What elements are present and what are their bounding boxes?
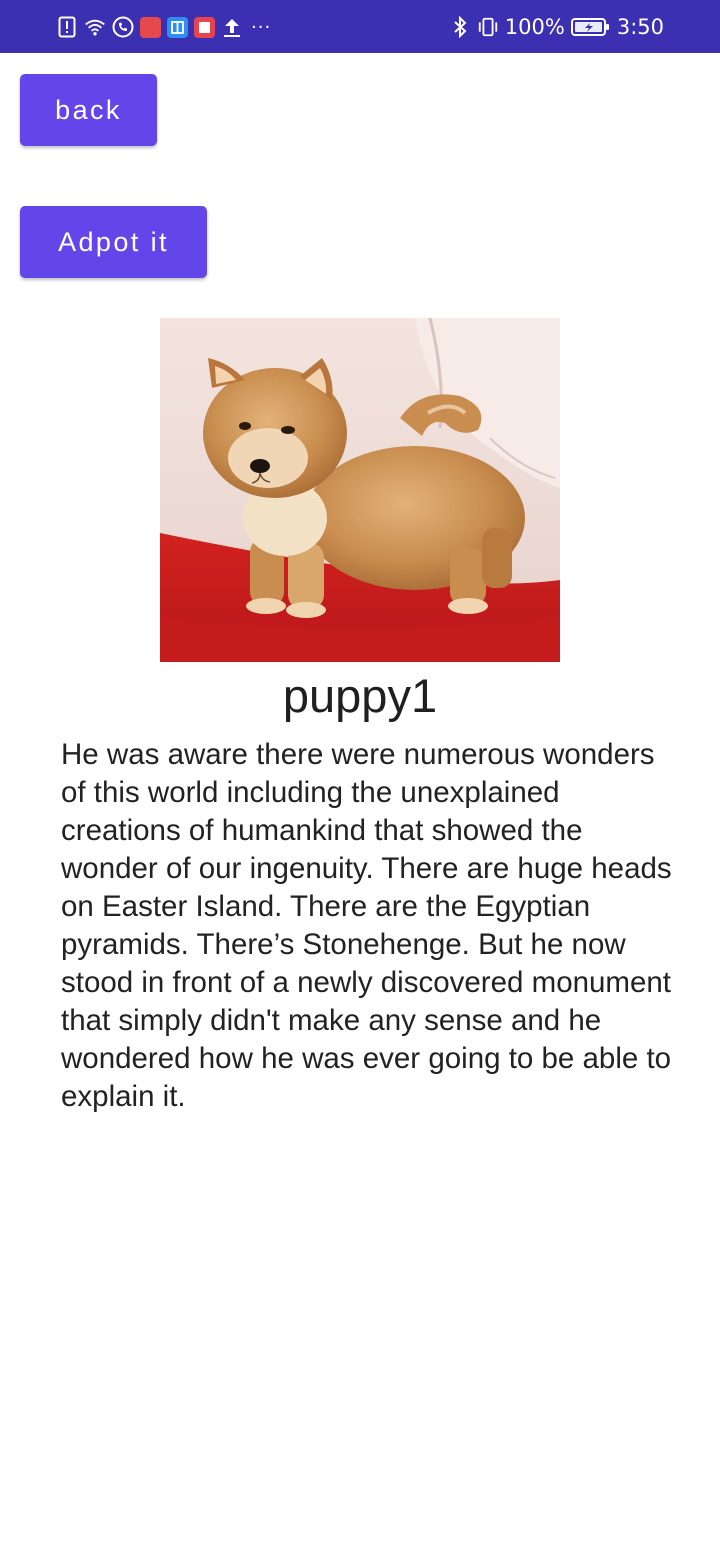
status-bar: ··· 100% 3:50 bbox=[0, 0, 720, 53]
pet-name: puppy1 bbox=[282, 669, 438, 722]
wifi-icon bbox=[84, 16, 106, 38]
app-tile-icon bbox=[140, 16, 161, 38]
overflow-dots: ··· bbox=[251, 16, 272, 38]
vibrate-icon bbox=[477, 16, 499, 38]
battery-percent: 100% bbox=[504, 15, 565, 39]
pet-description: He was aware there were numerous wonders… bbox=[61, 738, 672, 1113]
app-tile-icon bbox=[167, 16, 188, 38]
back-button[interactable]: back bbox=[20, 74, 157, 146]
pet-photo bbox=[160, 318, 560, 662]
bluetooth-icon bbox=[449, 16, 471, 38]
status-bar-right: 100% 3:50 bbox=[449, 14, 664, 40]
alert-icon bbox=[56, 16, 78, 38]
battery-icon bbox=[570, 16, 611, 38]
app-tile-icon bbox=[194, 16, 215, 38]
adopt-button[interactable]: Adpot it bbox=[20, 206, 207, 278]
clock: 3:50 bbox=[616, 15, 664, 39]
upload-icon bbox=[221, 16, 243, 38]
phone-icon bbox=[112, 16, 134, 38]
status-bar-left: ··· bbox=[56, 14, 271, 40]
